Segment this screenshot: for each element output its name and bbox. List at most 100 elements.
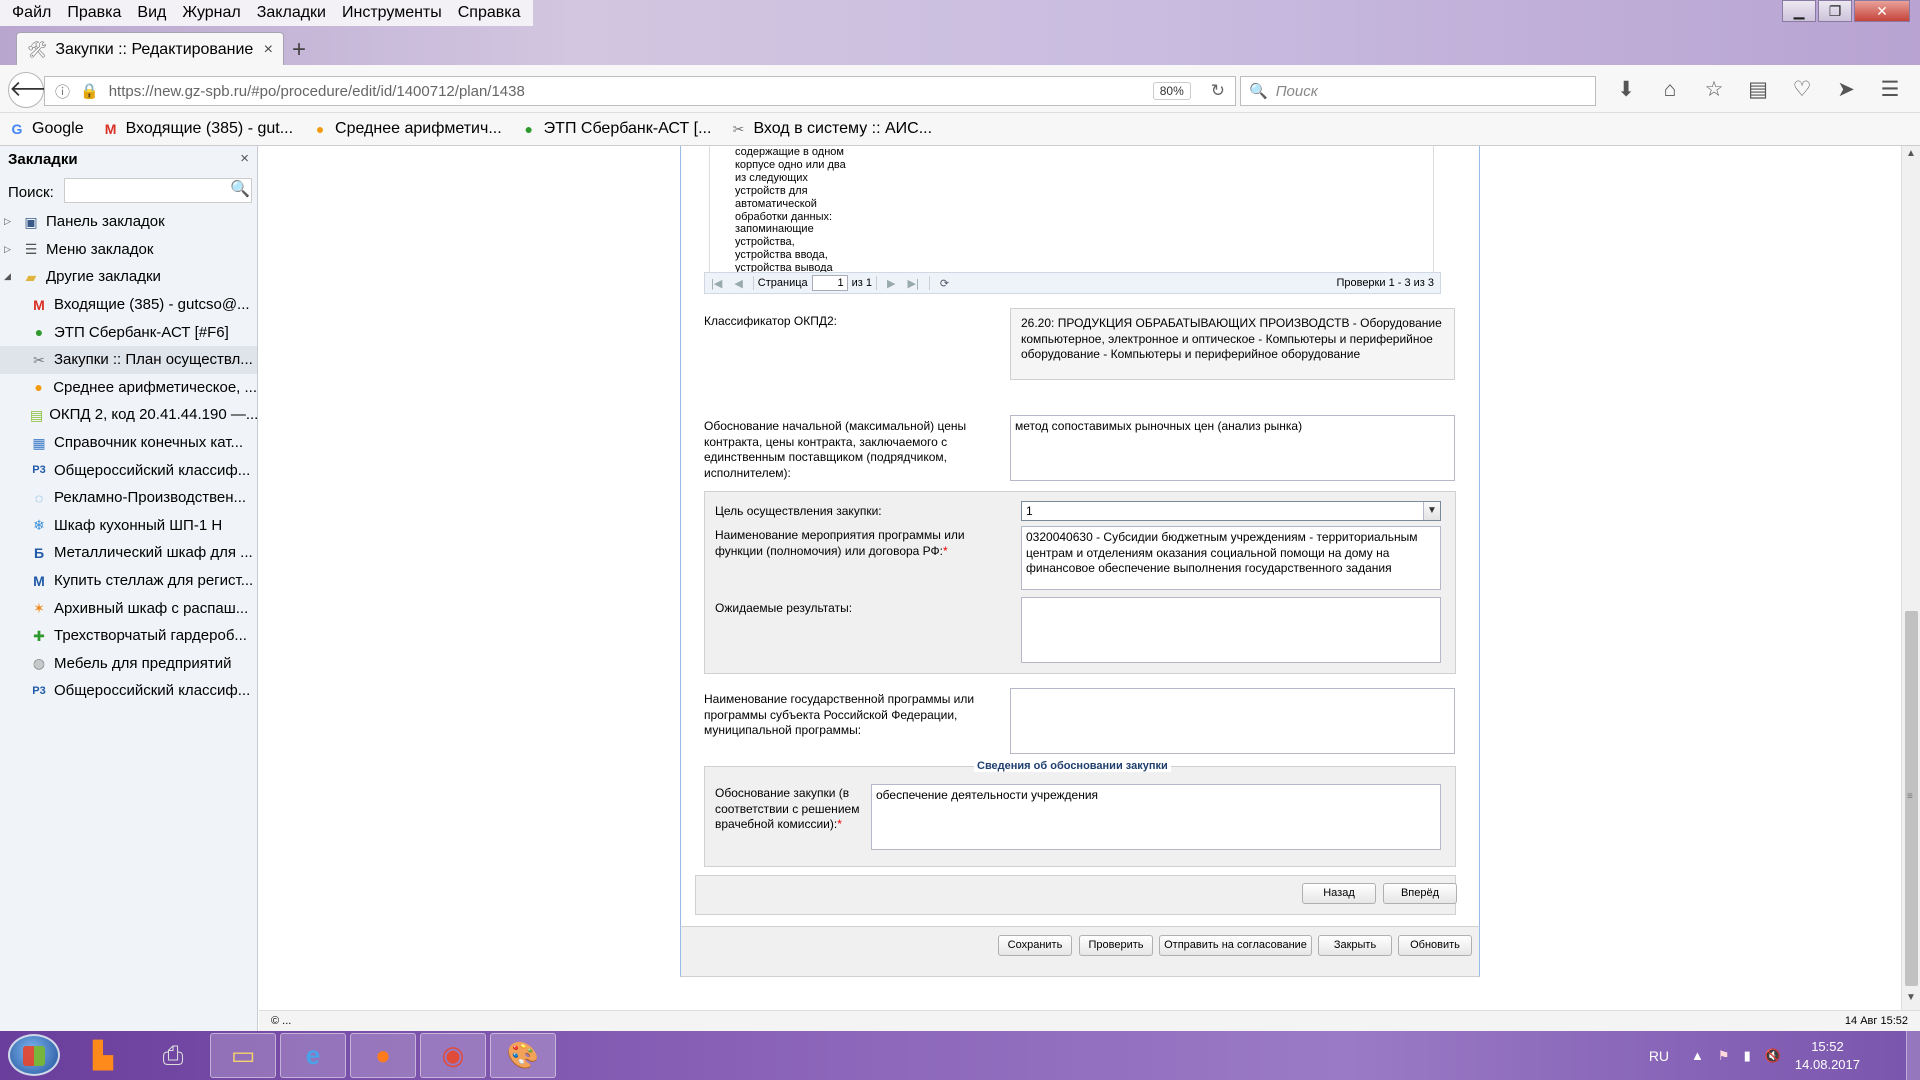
info-icon[interactable]: ⓘ: [55, 81, 70, 102]
taskbar-scanner[interactable]: ⎙: [140, 1033, 206, 1078]
close-window-button[interactable]: ✕: [1854, 0, 1910, 22]
taskbar-paint[interactable]: 🎨: [490, 1033, 556, 1078]
prev-page-icon[interactable]: ◀: [734, 277, 742, 290]
refresh-button[interactable]: Обновить: [1398, 935, 1472, 956]
hamburger-menu-icon[interactable]: ☰: [1868, 76, 1912, 104]
action-center-icon[interactable]: ⚑: [1718, 1048, 1730, 1064]
zoom-indicator[interactable]: 80%: [1152, 82, 1191, 100]
sidebar-item[interactable]: ● ЭТП Сбербанк-АСТ [#F6]: [0, 318, 257, 346]
sidebar-item[interactable]: ● Среднее арифметическое, ...: [0, 374, 257, 402]
forward-button[interactable]: Вперёд: [1383, 883, 1457, 904]
language-indicator[interactable]: RU: [1649, 1048, 1669, 1064]
sidebar-item[interactable]: ✶ Архивный шкаф с распаш...: [0, 594, 257, 622]
url-text[interactable]: https://new.gz-spb.ru/#po/procedure/edit…: [109, 83, 1153, 100]
justification-input[interactable]: обеспечение деятельности учреждения: [871, 784, 1441, 850]
page-number-input[interactable]: 1: [811, 275, 848, 291]
tab-close-icon[interactable]: ×: [264, 41, 273, 59]
expand-twisty-icon[interactable]: ◢: [4, 271, 16, 282]
back-button[interactable]: Назад: [1302, 883, 1376, 904]
url-bar[interactable]: ⓘ 🔒 https://new.gz-spb.ru/#po/procedure/…: [44, 76, 1236, 106]
close-button[interactable]: Закрыть: [1318, 935, 1392, 956]
taskbar-app-launcher[interactable]: ▙: [70, 1033, 136, 1078]
sidebar-item[interactable]: ◍ Мебель для предприятий: [0, 650, 257, 678]
scroll-up-icon[interactable]: ▲: [1906, 148, 1916, 159]
reload-icon[interactable]: ↻: [1211, 81, 1225, 101]
chevron-down-icon[interactable]: ▼: [1423, 502, 1440, 520]
menu-help[interactable]: Справка: [450, 4, 529, 22]
bookmark-star-icon[interactable]: ☆: [1692, 76, 1736, 104]
bookmark-sberbank[interactable]: ● ЭТП Сбербанк-АСТ [...: [520, 120, 711, 138]
sidebar-search-input[interactable]: [64, 178, 252, 203]
sidebar-item[interactable]: M Купить стеллаж для регист...: [0, 567, 257, 595]
taskbar-ie[interactable]: e: [280, 1033, 346, 1078]
menu-file[interactable]: Файл: [4, 4, 59, 22]
send-icon[interactable]: ➤: [1824, 76, 1868, 104]
tab-zakupki[interactable]: 🛠 Закупки :: Редактирование ×: [16, 32, 284, 66]
first-page-icon[interactable]: |◀: [711, 277, 722, 290]
menu-view[interactable]: Вид: [129, 4, 174, 22]
menu-history[interactable]: Журнал: [174, 4, 248, 22]
home-icon[interactable]: ⌂: [1648, 76, 1692, 104]
maximize-button[interactable]: ❐: [1818, 0, 1852, 22]
sidebar-item[interactable]: ◢ ▰ Другие закладки: [0, 263, 257, 291]
nmck-input[interactable]: метод сопоставимых рыночных цен (анализ …: [1010, 415, 1455, 481]
tray-expand-icon[interactable]: ▲: [1691, 1048, 1704, 1063]
bookmark-average[interactable]: ● Среднее арифметич...: [311, 120, 502, 138]
volume-muted-icon[interactable]: 🔇: [1765, 1048, 1781, 1064]
event-label-text: Наименование мероприятия программы или ф…: [715, 528, 965, 558]
window-controls: ▁ ❐ ✕: [1780, 0, 1910, 22]
sidebar-item[interactable]: ▤ ОКПД 2, код 20.41.44.190 —...: [0, 401, 257, 429]
menu-bookmarks[interactable]: Закладки: [249, 4, 334, 22]
network-icon[interactable]: ▮: [1744, 1048, 1751, 1064]
back-button[interactable]: 🡐: [8, 72, 68, 108]
sidebar-item[interactable]: ▦ Справочник конечных кат...: [0, 429, 257, 457]
goal-combobox[interactable]: 1 ▼: [1021, 501, 1441, 521]
sidebar-item-label: Купить стеллаж для регист...: [54, 572, 254, 590]
results-input[interactable]: [1021, 597, 1441, 663]
bookmark-google[interactable]: G Google: [8, 120, 84, 138]
taskbar-chrome[interactable]: ◉: [420, 1033, 486, 1078]
sidebar-item[interactable]: ✂ Закупки :: План осуществл...: [0, 345, 257, 374]
menu-tools[interactable]: Инструменты: [334, 4, 450, 22]
sidebar-item[interactable]: ❄ Шкаф кухонный ШП-1 Н: [0, 512, 257, 540]
reader-list-icon[interactable]: ▤: [1736, 76, 1780, 104]
event-label: Наименование мероприятия программы или ф…: [715, 528, 985, 559]
start-button[interactable]: [8, 1034, 60, 1076]
sidebar-item[interactable]: ◌ Рекламно-Производствен...: [0, 484, 257, 512]
sidebar-item[interactable]: P3 Общероссийский классиф...: [0, 456, 257, 484]
taskbar-explorer[interactable]: ▭: [210, 1033, 276, 1078]
bookmark-ais-login[interactable]: ✂ Вход в систему :: АИС...: [729, 120, 932, 138]
scroll-down-icon[interactable]: ▼: [1906, 992, 1916, 1003]
check-button[interactable]: Проверить: [1079, 935, 1153, 956]
sidebar-item[interactable]: Б Металлический шкаф для ...: [0, 539, 257, 567]
minimize-button[interactable]: ▁: [1782, 0, 1816, 22]
event-input[interactable]: 0320040630 - Субсидии бюджетным учрежден…: [1021, 526, 1441, 590]
save-button[interactable]: Сохранить: [998, 935, 1072, 956]
bookmark-gmail[interactable]: M Входящие (385) - gut...: [102, 120, 293, 138]
sberbank-icon: ●: [524, 121, 533, 137]
sidebar-item[interactable]: ✚ Трехстворчатый гардероб...: [0, 622, 257, 650]
expand-twisty-icon[interactable]: ▷: [4, 216, 16, 227]
search-icon[interactable]: 🔍: [230, 179, 250, 199]
expand-twisty-icon[interactable]: ▷: [4, 244, 16, 255]
search-input[interactable]: 🔍 Поиск: [1240, 76, 1596, 106]
new-tab-button[interactable]: +: [292, 36, 306, 64]
taskbar-firefox[interactable]: ●: [350, 1033, 416, 1078]
sidebar-item[interactable]: M Входящие (385) - gutcso@...: [0, 291, 257, 319]
last-page-icon[interactable]: ▶|: [908, 277, 919, 290]
pocket-icon[interactable]: ♡: [1780, 76, 1824, 104]
vertical-scrollbar[interactable]: ▲ ≡ ▼: [1901, 146, 1920, 1010]
menu-edit[interactable]: Правка: [59, 4, 129, 22]
sidebar-item[interactable]: ▷ ▣ Панель закладок: [0, 208, 257, 236]
sidebar-item[interactable]: ▷ ☰ Меню закладок: [0, 236, 257, 264]
refresh-icon[interactable]: ⟳: [940, 277, 949, 290]
sidebar-item[interactable]: P3 Общероссийский классиф...: [0, 677, 257, 705]
sidebar-close-icon[interactable]: ×: [240, 150, 249, 167]
status-bar: © ... 14 Авг 15:52: [259, 1010, 1920, 1031]
download-icon[interactable]: ⬇: [1604, 76, 1648, 104]
show-desktop-button[interactable]: [1906, 1031, 1920, 1080]
program-input[interactable]: [1010, 688, 1455, 754]
send-for-approval-button[interactable]: Отправить на согласование: [1159, 935, 1312, 956]
next-page-icon[interactable]: ▶: [887, 277, 895, 290]
clock[interactable]: 15:52 14.08.2017: [1795, 1038, 1860, 1074]
